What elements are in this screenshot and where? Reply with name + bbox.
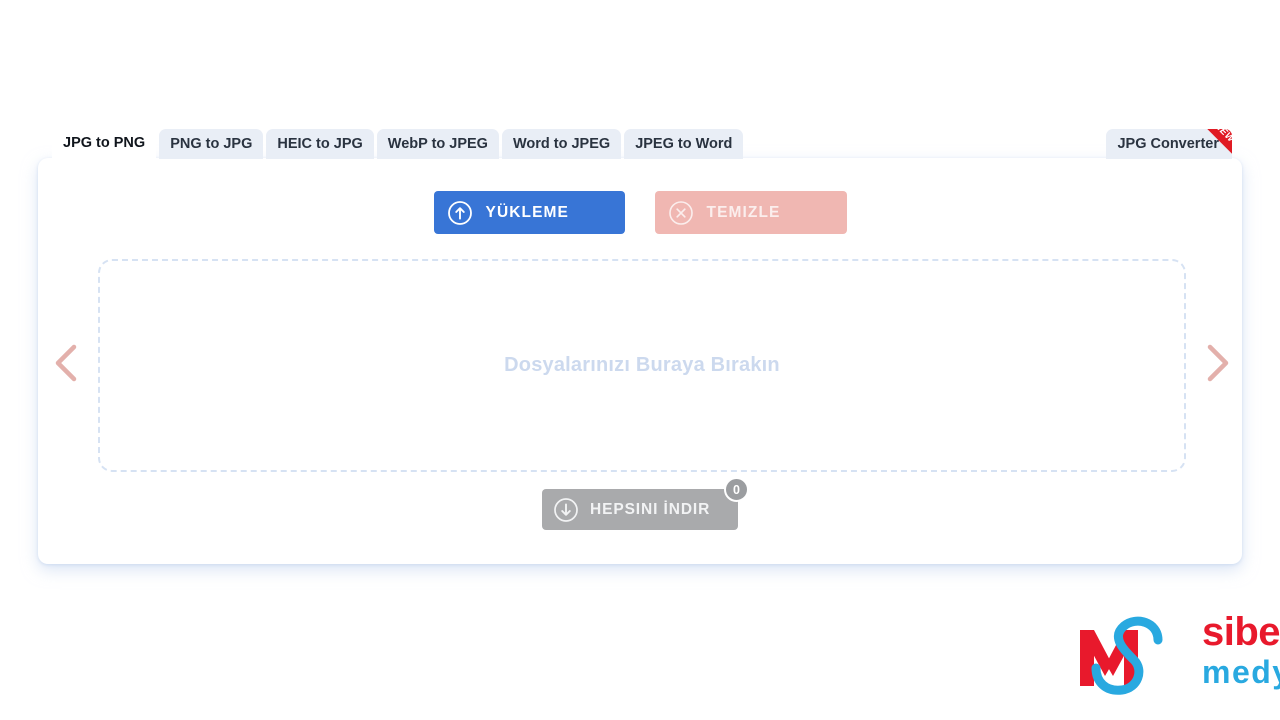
chevron-left-icon[interactable]	[44, 337, 90, 389]
tab-jpeg-to-word[interactable]: JPEG to Word	[624, 129, 744, 159]
logo-primary-text: siber	[1202, 610, 1280, 654]
x-circle-icon	[655, 200, 707, 226]
logo-secondary-text: medya	[1202, 654, 1280, 690]
tab-heic-to-jpg[interactable]: HEIC to JPG	[266, 129, 374, 159]
tab-webp-to-jpeg[interactable]: WebP to JPEG	[376, 129, 499, 159]
download-all-label: HEPSINI İNDIR	[590, 500, 711, 518]
sm-monogram-icon	[1072, 606, 1180, 711]
tab-label: Word to JPEG	[512, 136, 611, 152]
dropzone-label: Dosyalarınızı Buraya Bırakın	[504, 354, 780, 376]
tab-label: HEIC to JPG	[277, 136, 363, 152]
arrow-down-circle-icon	[542, 497, 590, 523]
tab-label: JPG Converter	[1117, 136, 1219, 152]
download-all-row: HEPSINI İNDIR 0	[38, 477, 1242, 530]
tab-jpg-converter[interactable]: JPG Converter NEW	[1106, 129, 1232, 159]
chevron-right-icon[interactable]	[1194, 337, 1240, 389]
clear-button[interactable]: TEMIZLE	[654, 191, 847, 234]
arrow-up-circle-icon	[434, 200, 486, 226]
file-dropzone[interactable]: Dosyalarınızı Buraya Bırakın	[98, 259, 1186, 472]
download-count-badge: 0	[724, 477, 749, 502]
tab-label: PNG to JPG	[170, 136, 253, 152]
download-all-button[interactable]: HEPSINI İNDIR 0	[542, 477, 749, 530]
converter-panel: YÜKLEME TEMIZLE Dosyalarınızı Buraya Bır…	[38, 158, 1242, 564]
upload-button-label: YÜKLEME	[485, 203, 569, 221]
tab-jpg-to-png[interactable]: JPG to PNG	[52, 127, 157, 159]
logo-wordmark: siber medya	[1202, 612, 1280, 690]
tab-word-to-jpeg[interactable]: Word to JPEG	[501, 129, 622, 159]
sibermedya-logo: siber medya	[1072, 602, 1280, 710]
tab-png-to-jpg[interactable]: PNG to JPG	[159, 129, 264, 159]
action-button-row: YÜKLEME TEMIZLE	[38, 191, 1242, 234]
tab-label: JPG to PNG	[63, 135, 146, 151]
tab-label: WebP to JPEG	[387, 136, 488, 152]
converter-tab-bar: JPG to PNG PNG to JPG HEIC to JPG WebP t…	[52, 127, 1232, 159]
app-root: JPG to PNG PNG to JPG HEIC to JPG WebP t…	[0, 0, 1280, 720]
clear-button-label: TEMIZLE	[706, 203, 781, 221]
upload-button[interactable]: YÜKLEME	[433, 191, 625, 234]
tab-label: JPEG to Word	[635, 136, 733, 152]
